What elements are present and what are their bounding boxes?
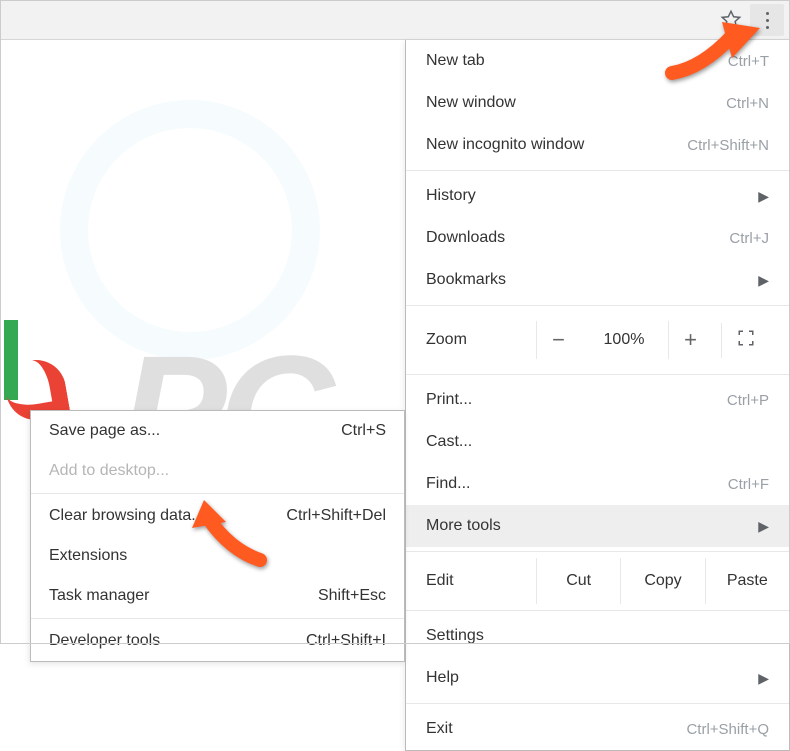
menu-item-new-window[interactable]: New window Ctrl+N [406,82,789,124]
annotation-arrow-icon [190,500,280,570]
menu-separator [406,551,789,552]
menu-item-new-incognito[interactable]: New incognito window Ctrl+Shift+N [406,124,789,166]
submenu-item-task-manager[interactable]: Task manager Shift+Esc [31,576,404,616]
menu-item-label: Zoom [426,331,536,349]
menu-item-bookmarks[interactable]: Bookmarks ▶ [406,259,789,301]
menu-item-label: Cast... [426,433,472,451]
menu-item-exit[interactable]: Exit Ctrl+Shift+Q [406,708,789,750]
submenu-item-add-to-desktop: Add to desktop... [31,451,404,491]
menu-item-label: Add to desktop... [49,462,169,480]
chevron-right-icon: ▶ [758,670,769,687]
menu-separator [31,493,404,494]
menu-item-label: Clear browsing data... [49,507,205,525]
zoom-controls: − 100% + [536,321,769,359]
menu-item-label: Downloads [426,229,505,247]
menu-separator [406,374,789,375]
edit-paste-button[interactable]: Paste [705,558,789,604]
menu-item-help[interactable]: Help ▶ [406,657,789,699]
menu-separator [406,305,789,306]
menu-item-label: Help [426,669,459,687]
menu-item-label: Print... [426,391,472,409]
menu-item-label: Settings [426,627,484,645]
edit-cut-button[interactable]: Cut [536,558,620,604]
menu-item-label: Save page as... [49,422,160,440]
fullscreen-button[interactable] [721,323,769,358]
menu-item-more-tools[interactable]: More tools ▶ [406,505,789,547]
annotation-arrow-icon [662,18,762,88]
menu-item-cast[interactable]: Cast... [406,421,789,463]
chevron-right-icon: ▶ [758,188,769,205]
chevron-right-icon: ▶ [758,518,769,535]
menu-shortcut: Ctrl+J [729,230,769,247]
menu-item-label: New window [426,94,516,112]
menu-item-label: Bookmarks [426,271,506,289]
menu-item-history[interactable]: History ▶ [406,175,789,217]
menu-separator [406,170,789,171]
menu-shortcut: Ctrl+Shift+I [306,632,386,650]
submenu-item-developer-tools[interactable]: Developer tools Ctrl+Shift+I [31,621,404,661]
menu-shortcut: Ctrl+Shift+Del [286,507,386,525]
menu-shortcut: Ctrl+N [726,95,769,112]
chevron-right-icon: ▶ [758,272,769,289]
menu-item-downloads[interactable]: Downloads Ctrl+J [406,217,789,259]
menu-shortcut: Ctrl+F [728,476,769,493]
edit-copy-button[interactable]: Copy [620,558,704,604]
menu-shortcut: Shift+Esc [318,587,386,605]
menu-item-label: History [426,187,476,205]
menu-shortcut: Ctrl+S [341,422,386,440]
menu-item-label: New incognito window [426,136,584,154]
menu-item-label: New tab [426,52,485,70]
menu-item-find[interactable]: Find... Ctrl+F [406,463,789,505]
menu-shortcut: Ctrl+P [727,392,769,409]
fullscreen-icon [737,329,755,347]
chrome-main-menu: New tab Ctrl+T New window Ctrl+N New inc… [405,40,790,751]
zoom-out-button[interactable]: − [536,321,580,359]
menu-shortcut: Ctrl+Shift+N [687,137,769,154]
submenu-item-save-page-as[interactable]: Save page as... Ctrl+S [31,411,404,451]
menu-separator [406,703,789,704]
menu-separator [31,618,404,619]
menu-item-label: Find... [426,475,470,493]
menu-separator [406,610,789,611]
menu-item-label: Developer tools [49,632,160,650]
menu-item-zoom: Zoom − 100% + [406,310,789,370]
menu-item-label: Edit [426,572,536,590]
menu-item-label: More tools [426,517,501,535]
menu-item-label: Exit [426,720,453,738]
menu-item-settings[interactable]: Settings [406,615,789,657]
menu-item-label: Extensions [49,547,127,565]
zoom-percent: 100% [589,331,659,349]
zoom-in-button[interactable]: + [668,321,712,359]
menu-shortcut: Ctrl+Shift+Q [686,721,769,738]
menu-item-edit: Edit Cut Copy Paste [406,556,789,606]
menu-item-print[interactable]: Print... Ctrl+P [406,379,789,421]
menu-item-label: Task manager [49,587,150,605]
